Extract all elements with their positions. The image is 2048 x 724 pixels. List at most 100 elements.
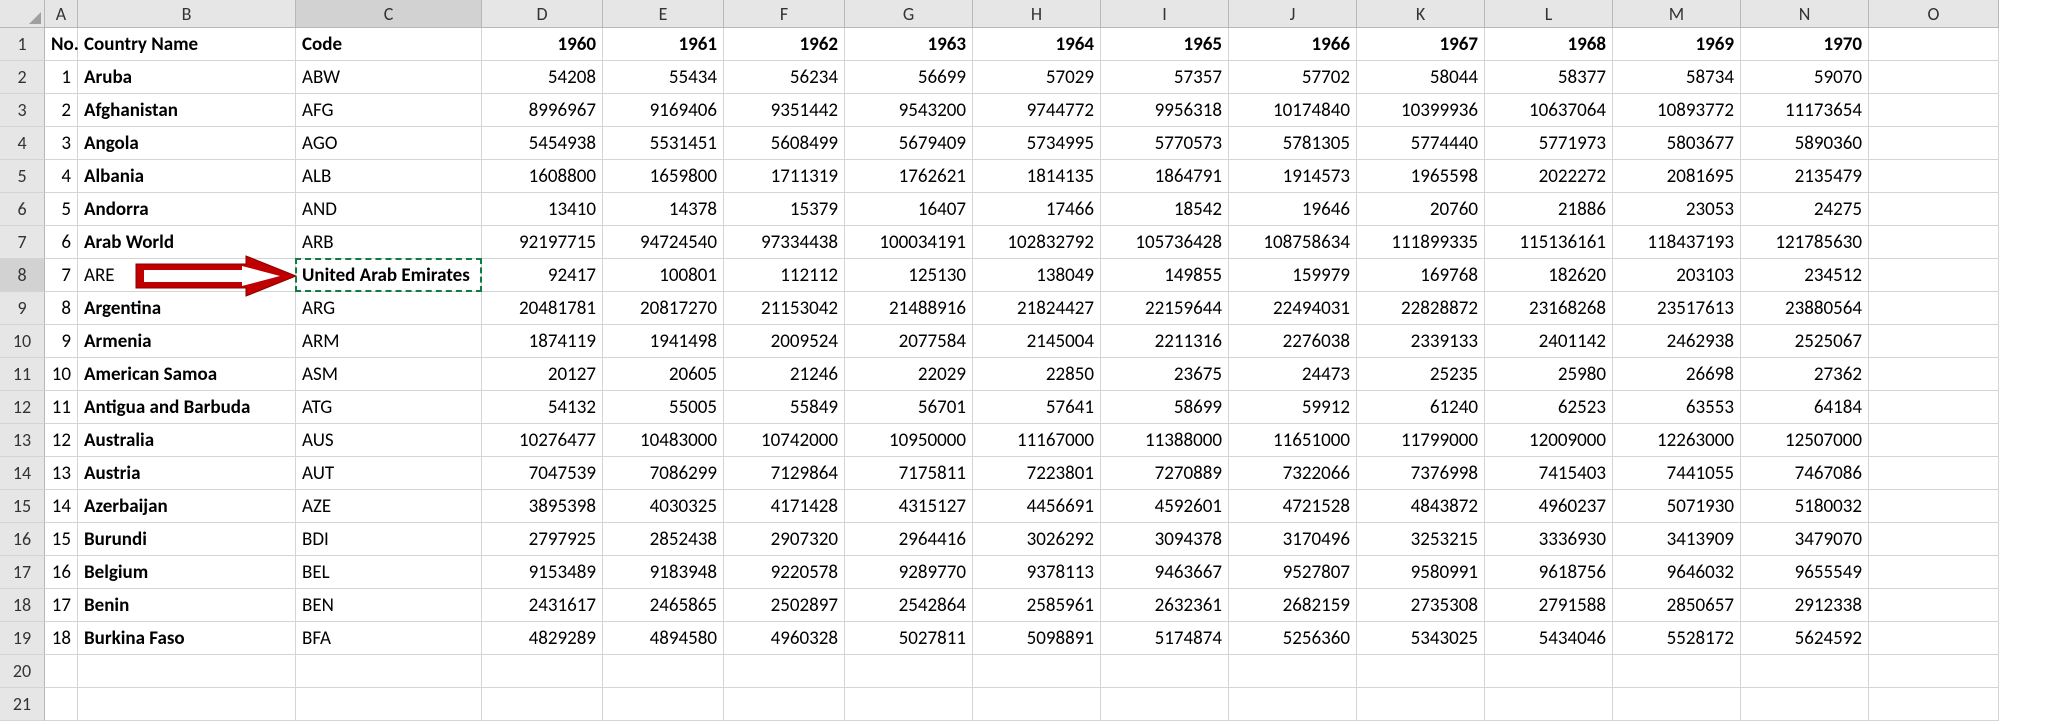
cell-value[interactable]: 57702: [1229, 61, 1357, 94]
empty-cell[interactable]: [973, 655, 1101, 688]
empty-cell[interactable]: [1869, 556, 1999, 589]
cell-country[interactable]: Aruba: [78, 61, 296, 94]
cell-value[interactable]: 92197715: [482, 226, 603, 259]
cell-value[interactable]: 5098891: [973, 622, 1101, 655]
cell-value[interactable]: 9169406: [603, 94, 724, 127]
cell-value[interactable]: 125130: [845, 259, 973, 292]
cell-value[interactable]: 1874119: [482, 325, 603, 358]
column-header[interactable]: M: [1613, 0, 1741, 28]
cell-value[interactable]: 3026292: [973, 523, 1101, 556]
empty-cell[interactable]: [45, 655, 78, 688]
cell-value[interactable]: 14378: [603, 193, 724, 226]
cell-value[interactable]: 5528172: [1613, 622, 1741, 655]
cell-value[interactable]: 2465865: [603, 589, 724, 622]
cell-value[interactable]: 23168268: [1485, 292, 1613, 325]
cell-value[interactable]: 23880564: [1741, 292, 1869, 325]
cell-value[interactable]: 4721528: [1229, 490, 1357, 523]
cell-no[interactable]: 5: [45, 193, 78, 226]
cell-country[interactable]: Albania: [78, 160, 296, 193]
column-header[interactable]: A: [45, 0, 78, 28]
cell-value[interactable]: 21886: [1485, 193, 1613, 226]
cell-value[interactable]: 5531451: [603, 127, 724, 160]
cell-value[interactable]: 1814135: [973, 160, 1101, 193]
cell-value[interactable]: 169768: [1357, 259, 1485, 292]
header-country[interactable]: Country Name: [78, 28, 296, 61]
cell-no[interactable]: 1: [45, 61, 78, 94]
header-year[interactable]: 1964: [973, 28, 1101, 61]
empty-cell[interactable]: [603, 688, 724, 721]
cell-value[interactable]: 26698: [1613, 358, 1741, 391]
cell-value[interactable]: 4592601: [1101, 490, 1229, 523]
empty-cell[interactable]: [1869, 226, 1999, 259]
empty-cell[interactable]: [1485, 655, 1613, 688]
empty-cell[interactable]: [1229, 688, 1357, 721]
cell-code[interactable]: AND: [296, 193, 482, 226]
cell-value[interactable]: 3479070: [1741, 523, 1869, 556]
empty-cell[interactable]: [1869, 127, 1999, 160]
cell-value[interactable]: 2852438: [603, 523, 724, 556]
empty-cell[interactable]: [1613, 655, 1741, 688]
cell-value[interactable]: 108758634: [1229, 226, 1357, 259]
empty-cell[interactable]: [1869, 292, 1999, 325]
cell-value[interactable]: 9351442: [724, 94, 845, 127]
cell-value[interactable]: 58377: [1485, 61, 1613, 94]
row-header[interactable]: 14: [0, 457, 45, 490]
cell-value[interactable]: 9153489: [482, 556, 603, 589]
cell-value[interactable]: 56701: [845, 391, 973, 424]
cell-value[interactable]: 22850: [973, 358, 1101, 391]
cell-code[interactable]: AUT: [296, 457, 482, 490]
cell-value[interactable]: 25235: [1357, 358, 1485, 391]
cell-value[interactable]: 9646032: [1613, 556, 1741, 589]
cell-value[interactable]: 54208: [482, 61, 603, 94]
cell-value[interactable]: 10174840: [1229, 94, 1357, 127]
cell-value[interactable]: 21153042: [724, 292, 845, 325]
cell-value[interactable]: 55849: [724, 391, 845, 424]
cell-value[interactable]: 121785630: [1741, 226, 1869, 259]
cell-value[interactable]: 138049: [973, 259, 1101, 292]
cell-value[interactable]: 1659800: [603, 160, 724, 193]
cell-value[interactable]: 5734995: [973, 127, 1101, 160]
cell-value[interactable]: 18542: [1101, 193, 1229, 226]
cell-value[interactable]: 2276038: [1229, 325, 1357, 358]
cell-country[interactable]: Armenia: [78, 325, 296, 358]
cell-value[interactable]: 54132: [482, 391, 603, 424]
cell-value[interactable]: 58734: [1613, 61, 1741, 94]
cell-code[interactable]: AGO: [296, 127, 482, 160]
cell-value[interactable]: 1864791: [1101, 160, 1229, 193]
empty-cell[interactable]: [1229, 655, 1357, 688]
empty-cell[interactable]: [1357, 655, 1485, 688]
empty-cell[interactable]: [1869, 688, 1999, 721]
cell-code[interactable]: ABW: [296, 61, 482, 94]
cell-value[interactable]: 4894580: [603, 622, 724, 655]
cell-value[interactable]: 5434046: [1485, 622, 1613, 655]
cell-value[interactable]: 94724540: [603, 226, 724, 259]
cell-value[interactable]: 5624592: [1741, 622, 1869, 655]
column-header[interactable]: C: [296, 0, 482, 28]
cell-value[interactable]: 2081695: [1613, 160, 1741, 193]
empty-cell[interactable]: [1869, 589, 1999, 622]
cell-code[interactable]: AZE: [296, 490, 482, 523]
cell-value[interactable]: 2077584: [845, 325, 973, 358]
empty-cell[interactable]: [1101, 688, 1229, 721]
empty-cell[interactable]: [1869, 490, 1999, 523]
cell-value[interactable]: 20760: [1357, 193, 1485, 226]
cell-value[interactable]: 9655549: [1741, 556, 1869, 589]
cell-value[interactable]: 5771973: [1485, 127, 1613, 160]
cell-code[interactable]: ASM: [296, 358, 482, 391]
cell-value[interactable]: 59912: [1229, 391, 1357, 424]
cell-country[interactable]: Angola: [78, 127, 296, 160]
cell-value[interactable]: 11173654: [1741, 94, 1869, 127]
cell-value[interactable]: 92417: [482, 259, 603, 292]
cell-country[interactable]: American Samoa: [78, 358, 296, 391]
cell-value[interactable]: 24275: [1741, 193, 1869, 226]
empty-cell[interactable]: [724, 655, 845, 688]
cell-value[interactable]: 22159644: [1101, 292, 1229, 325]
cell-value[interactable]: 62523: [1485, 391, 1613, 424]
cell-value[interactable]: 2542864: [845, 589, 973, 622]
cell-value[interactable]: 2135479: [1741, 160, 1869, 193]
cell-value[interactable]: 22828872: [1357, 292, 1485, 325]
cell-value[interactable]: 20481781: [482, 292, 603, 325]
header-code[interactable]: Code: [296, 28, 482, 61]
empty-cell[interactable]: [1101, 655, 1229, 688]
cell-country[interactable]: Argentina: [78, 292, 296, 325]
